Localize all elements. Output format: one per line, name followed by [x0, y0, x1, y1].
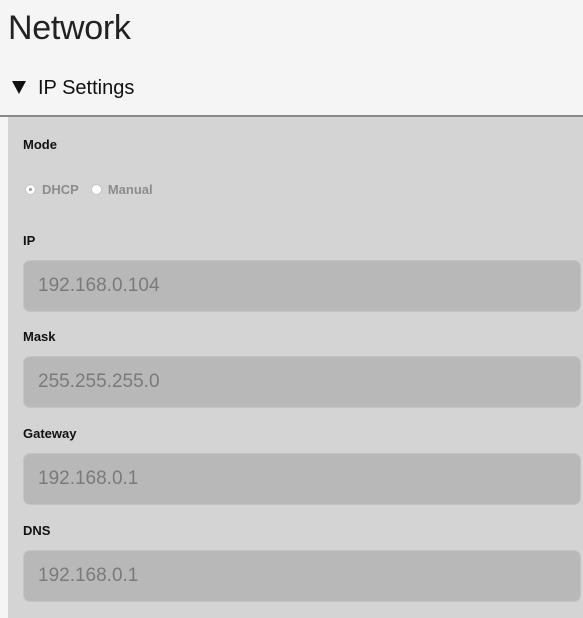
mode-label: Mode: [23, 137, 57, 152]
mask-field[interactable]: 255.255.255.0: [23, 356, 581, 408]
gateway-field[interactable]: 192.168.0.1: [23, 453, 581, 505]
ip-label: IP: [23, 233, 36, 248]
gateway-label: Gateway: [23, 426, 77, 441]
ip-settings-panel: Mode DHCP Manual IP 192.168.0.104 Mask 2…: [8, 117, 583, 618]
page-title: Network: [8, 9, 131, 47]
manual-radio[interactable]: [90, 183, 102, 195]
network-settings-page: Network IP Settings Mode DHCP Manual IP …: [0, 0, 583, 618]
dns-label: DNS: [23, 523, 51, 538]
mode-radio-group: DHCP Manual: [25, 181, 165, 197]
dns-field[interactable]: 192.168.0.1: [23, 550, 581, 602]
ip-settings-section-toggle[interactable]: IP Settings: [0, 62, 583, 117]
section-title: IP Settings: [38, 77, 135, 99]
triangle-down-icon: [12, 81, 26, 94]
mask-label: Mask: [23, 329, 56, 344]
manual-radio-label[interactable]: Manual: [108, 182, 153, 197]
dhcp-radio[interactable]: [25, 183, 36, 195]
dhcp-radio-label[interactable]: DHCP: [42, 182, 79, 197]
ip-field[interactable]: 192.168.0.104: [23, 260, 581, 312]
